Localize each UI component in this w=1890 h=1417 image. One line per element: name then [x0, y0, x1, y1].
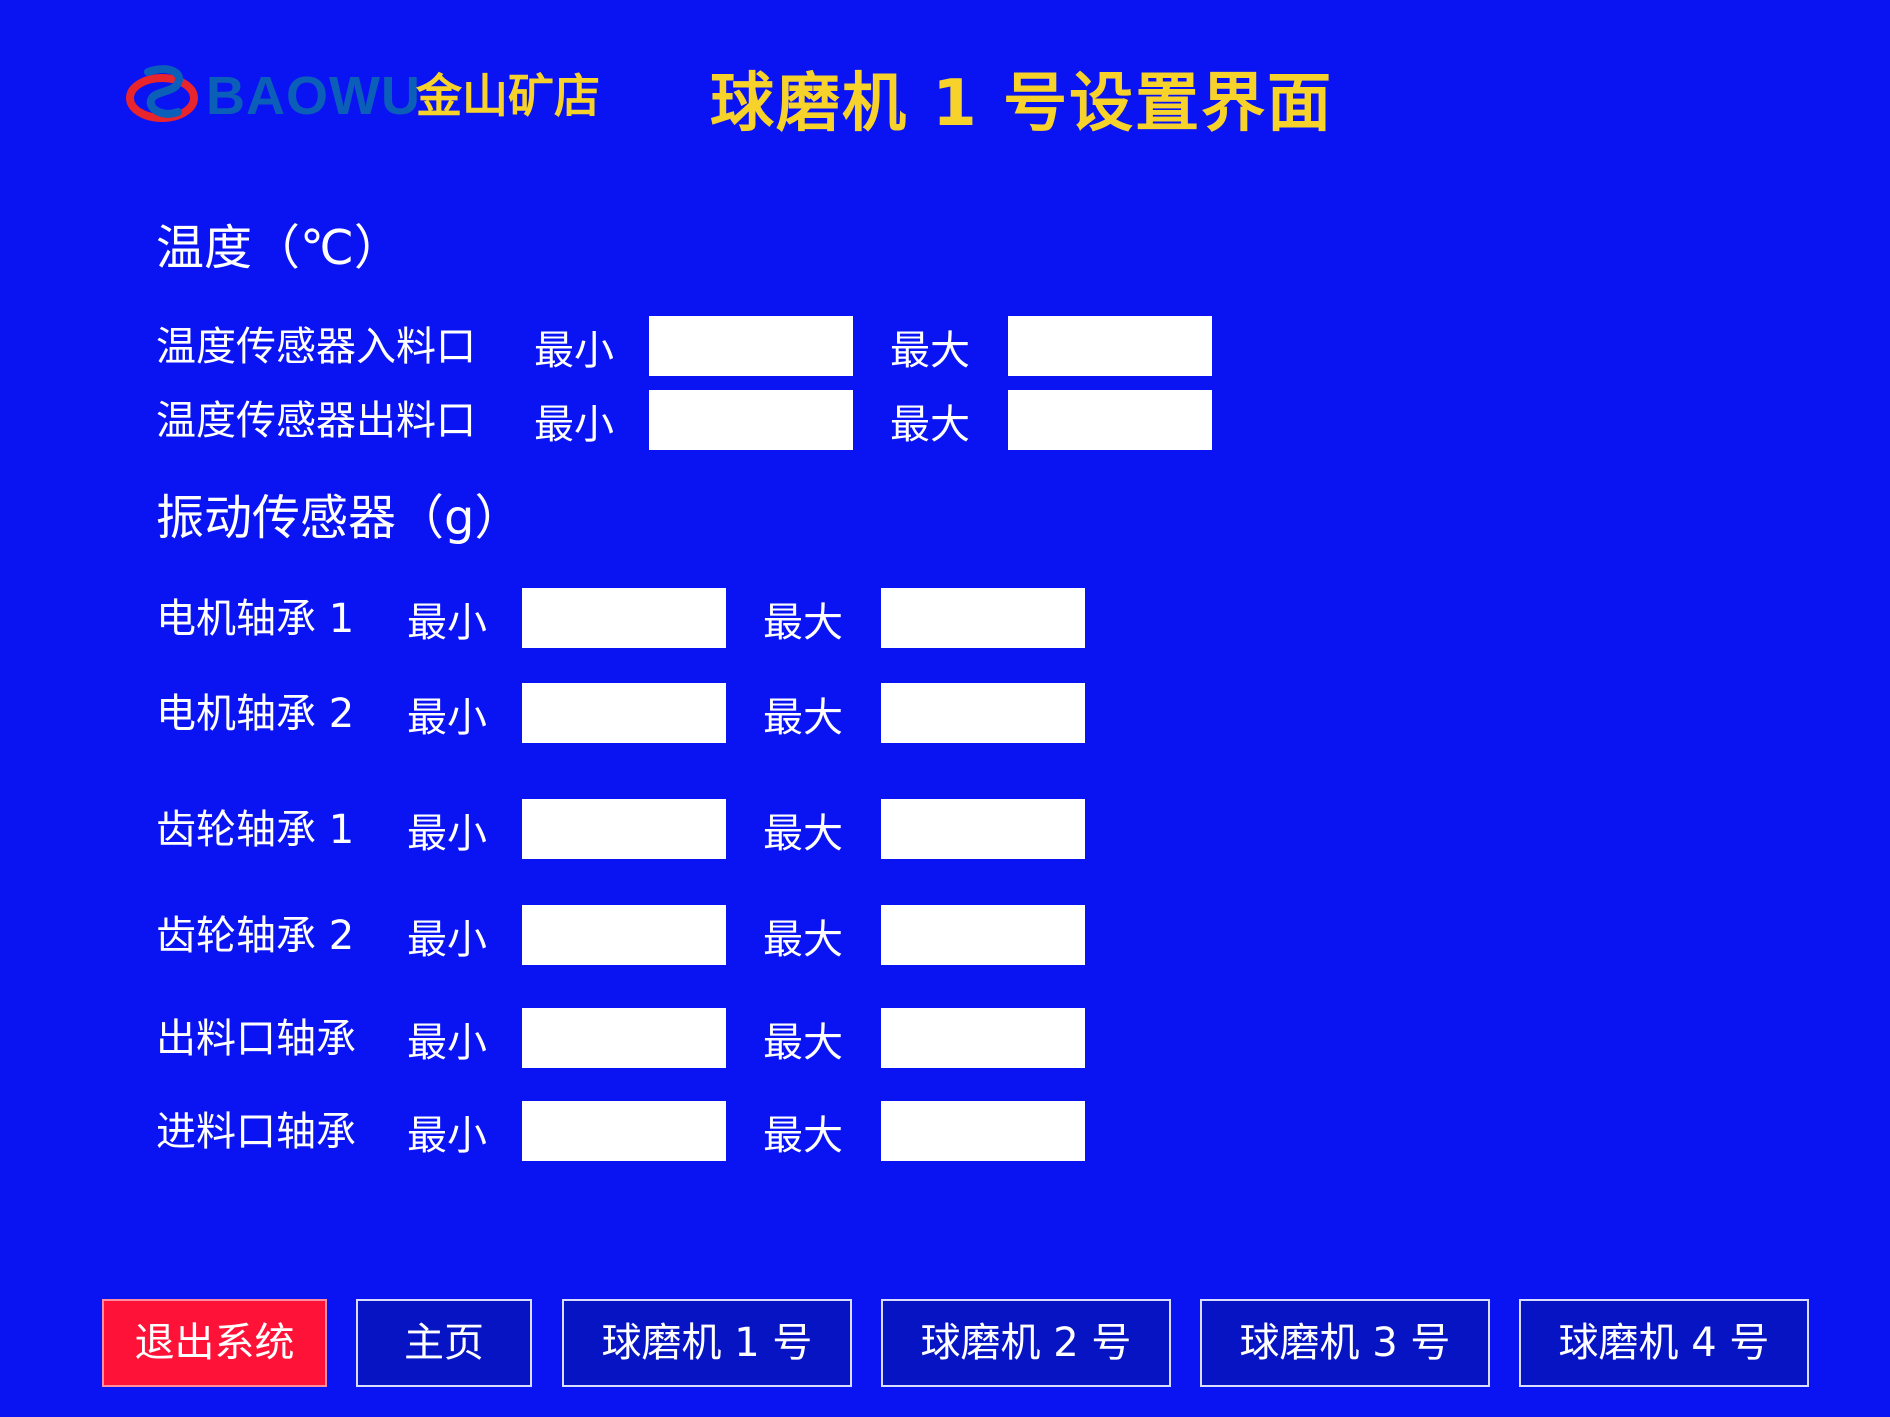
- max-input[interactable]: [881, 683, 1085, 743]
- min-label: 最小: [407, 917, 487, 963]
- vibration-row-motor-bearing-2: 电机轴承 2 最小 最大: [0, 683, 1890, 743]
- min-label: 最小: [407, 1113, 487, 1159]
- min-label: 最小: [407, 695, 487, 741]
- max-input[interactable]: [881, 1008, 1085, 1068]
- ball-mill-3-button[interactable]: 球磨机 3 号: [1200, 1299, 1490, 1387]
- max-label: 最大: [763, 695, 843, 741]
- max-input[interactable]: [1008, 390, 1212, 450]
- baowu-logo-icon: [126, 65, 198, 122]
- store-name: 金山矿店: [416, 69, 600, 123]
- min-input[interactable]: [649, 316, 853, 376]
- ball-mill-1-button[interactable]: 球磨机 1 号: [562, 1299, 852, 1387]
- min-input[interactable]: [522, 588, 726, 648]
- vibration-row-gear-bearing-2: 齿轮轴承 2 最小 最大: [0, 905, 1890, 965]
- vibration-heading: 振动传感器（g）: [156, 490, 523, 546]
- row-label: 进料口轴承: [156, 1109, 356, 1155]
- max-label: 最大: [890, 402, 970, 448]
- max-input[interactable]: [881, 905, 1085, 965]
- min-input[interactable]: [522, 905, 726, 965]
- row-label: 电机轴承 1: [156, 596, 355, 642]
- home-button[interactable]: 主页: [356, 1299, 532, 1387]
- page-title: 球磨机 1 号设置界面: [710, 67, 1334, 141]
- row-label: 齿轮轴承 2: [156, 913, 355, 959]
- max-input[interactable]: [1008, 316, 1212, 376]
- row-label: 电机轴承 2: [156, 691, 355, 737]
- min-label: 最小: [407, 1020, 487, 1066]
- ball-mill-4-button[interactable]: 球磨机 4 号: [1519, 1299, 1809, 1387]
- max-label: 最大: [763, 1113, 843, 1159]
- min-label: 最小: [534, 328, 614, 374]
- temperature-heading: 温度（℃）: [156, 220, 402, 276]
- min-label: 最小: [534, 402, 614, 448]
- min-input[interactable]: [649, 390, 853, 450]
- row-label: 温度传感器入料口: [156, 324, 476, 370]
- ball-mill-2-button[interactable]: 球磨机 2 号: [881, 1299, 1171, 1387]
- min-input[interactable]: [522, 1008, 726, 1068]
- max-label: 最大: [763, 600, 843, 646]
- logo-wordmark: BAOWU: [206, 66, 421, 126]
- max-input[interactable]: [881, 799, 1085, 859]
- min-input[interactable]: [522, 799, 726, 859]
- min-input[interactable]: [522, 1101, 726, 1161]
- temperature-row-inlet: 温度传感器入料口 最小 最大: [0, 316, 1890, 376]
- max-input[interactable]: [881, 1101, 1085, 1161]
- max-label: 最大: [763, 811, 843, 857]
- min-input[interactable]: [522, 683, 726, 743]
- exit-system-button[interactable]: 退出系统: [102, 1299, 327, 1387]
- vibration-row-inlet-bearing: 进料口轴承 最小 最大: [0, 1101, 1890, 1161]
- max-label: 最大: [763, 917, 843, 963]
- vibration-row-outlet-bearing: 出料口轴承 最小 最大: [0, 1008, 1890, 1068]
- row-label: 齿轮轴承 1: [156, 807, 355, 853]
- max-label: 最大: [890, 328, 970, 374]
- max-input[interactable]: [881, 588, 1085, 648]
- temperature-row-outlet: 温度传感器出料口 最小 最大: [0, 390, 1890, 450]
- min-label: 最小: [407, 600, 487, 646]
- row-label: 出料口轴承: [156, 1016, 356, 1062]
- brand-logo: BAOWU 金山矿店: [126, 60, 626, 140]
- min-label: 最小: [407, 811, 487, 857]
- vibration-row-gear-bearing-1: 齿轮轴承 1 最小 最大: [0, 799, 1890, 859]
- max-label: 最大: [763, 1020, 843, 1066]
- row-label: 温度传感器出料口: [156, 398, 476, 444]
- vibration-row-motor-bearing-1: 电机轴承 1 最小 最大: [0, 588, 1890, 648]
